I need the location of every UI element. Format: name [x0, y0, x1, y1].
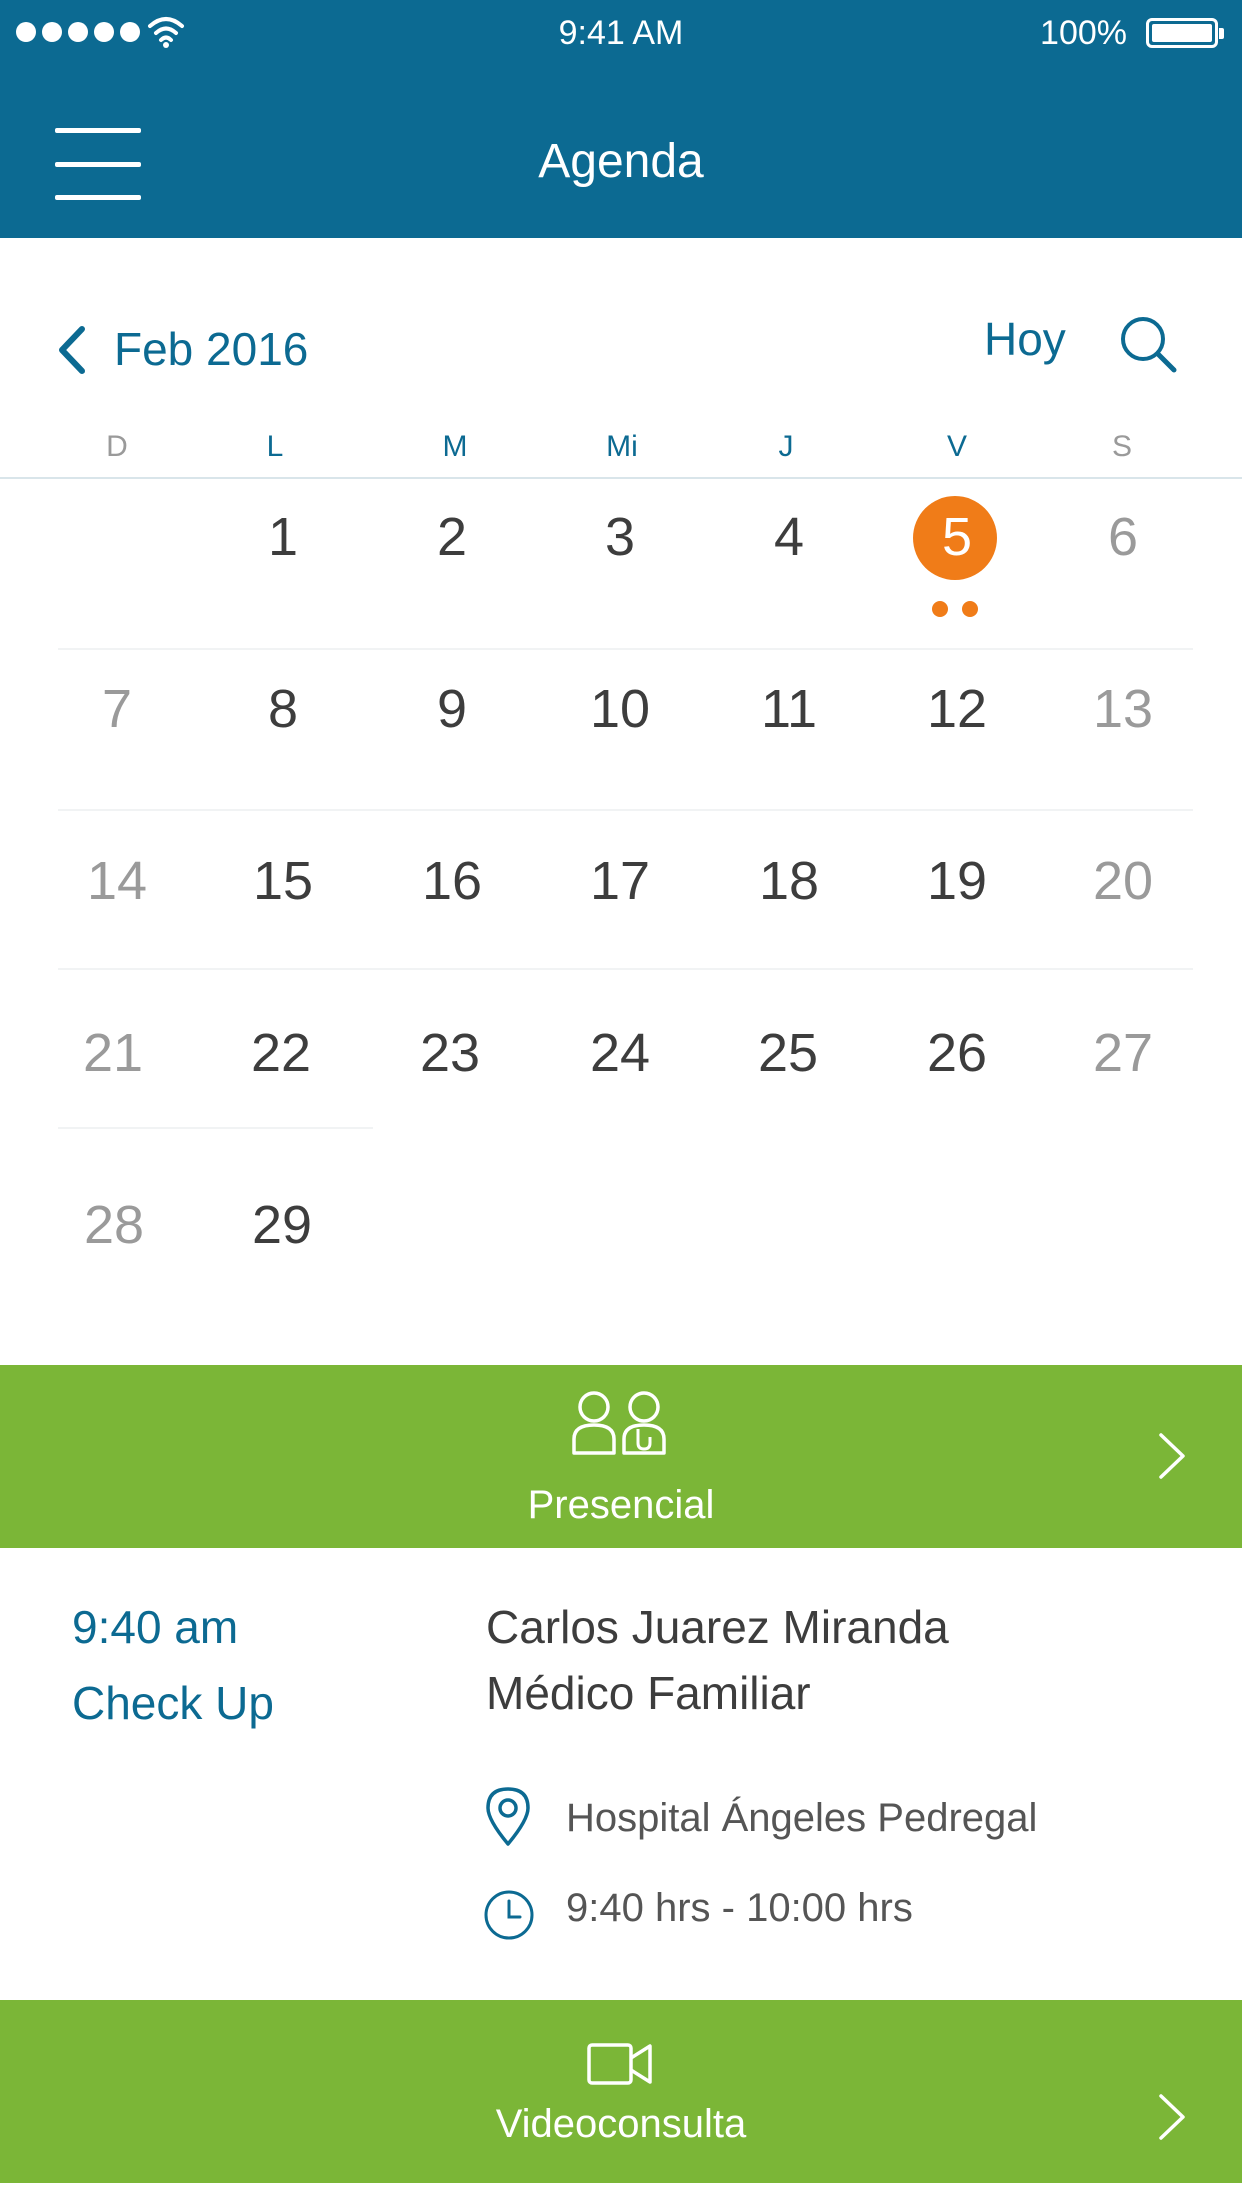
section-label: Videoconsulta: [495, 2102, 747, 2146]
calendar-day[interactable]: 16: [392, 850, 512, 912]
calendar-day[interactable]: 7: [57, 678, 177, 740]
calendar-day[interactable]: 18: [729, 850, 849, 912]
calendar-day[interactable]: 26: [897, 1022, 1017, 1084]
calendar-day[interactable]: 12: [897, 678, 1017, 740]
calendar-day[interactable]: 14: [57, 850, 177, 912]
page-title: Agenda: [538, 135, 704, 188]
calendar-day[interactable]: 11: [729, 678, 849, 740]
location-pin-icon: [486, 1787, 530, 1846]
calendar-day[interactable]: 2: [392, 506, 512, 568]
app-header: 9:41 AM 100% Agenda: [0, 0, 1242, 238]
calendar-day[interactable]: 29: [222, 1194, 342, 1256]
calendar-day[interactable]: 20: [1063, 850, 1183, 912]
calendar-day[interactable]: 8: [223, 678, 343, 740]
calendar-divider: [0, 477, 1242, 479]
calendar-day[interactable]: 28: [54, 1194, 174, 1256]
event-dot: [962, 601, 978, 617]
calendar-day[interactable]: 1: [223, 506, 343, 568]
clock-icon: [484, 1890, 534, 1940]
calendar-day[interactable]: 22: [221, 1022, 341, 1084]
calendar-day[interactable]: 13: [1063, 678, 1183, 740]
chevron-left-icon[interactable]: [52, 325, 92, 375]
appointment-location: Hospital Ángeles Pedregal: [566, 1796, 1038, 1840]
video-camera-icon: [587, 2043, 652, 2085]
calendar-day[interactable]: 21: [53, 1022, 173, 1084]
calendar-day[interactable]: 10: [560, 678, 680, 740]
weekday-label: J: [778, 430, 794, 463]
weekday-label: V: [946, 430, 967, 463]
calendar-day[interactable]: 27: [1063, 1022, 1183, 1084]
weekday-label: L: [266, 430, 284, 463]
presencial-section-button[interactable]: Presencial: [0, 1365, 1242, 1548]
row-divider: [58, 968, 1193, 970]
doctor-specialty: Médico Familiar: [486, 1667, 811, 1719]
appointment-type: Check Up: [72, 1677, 274, 1729]
weekday-label: D: [106, 430, 128, 463]
calendar-day[interactable]: 9: [392, 678, 512, 740]
appointment-time: 9:40 am: [72, 1601, 239, 1653]
videoconsulta-section-button[interactable]: Videoconsulta: [0, 2000, 1242, 2183]
calendar-day[interactable]: 24: [560, 1022, 680, 1084]
section-label: Presencial: [527, 1483, 715, 1527]
event-dot: [932, 601, 948, 617]
status-bar: 9:41 AM 100%: [0, 0, 1242, 68]
calendar-day-today[interactable]: 5: [897, 506, 1017, 568]
calendar-day[interactable]: 17: [560, 850, 680, 912]
weekday-label: S: [1111, 430, 1132, 463]
calendar-day[interactable]: 25: [728, 1022, 848, 1084]
people-icon: [572, 1391, 666, 1455]
calendar-day[interactable]: 6: [1063, 506, 1183, 568]
month-label[interactable]: Feb 2016: [114, 322, 308, 376]
battery-percentage: 100%: [1040, 14, 1127, 52]
weekday-label: Mi: [606, 430, 638, 463]
row-divider: [58, 1127, 373, 1129]
row-divider: [58, 648, 1193, 650]
today-button[interactable]: Hoy: [984, 312, 1066, 366]
row-divider: [58, 809, 1193, 811]
chevron-right-icon: [1159, 2094, 1185, 2140]
battery-icon: [1146, 18, 1224, 48]
calendar-day[interactable]: 15: [223, 850, 343, 912]
calendar-day[interactable]: 4: [729, 506, 849, 568]
calendar-day[interactable]: 23: [390, 1022, 510, 1084]
doctor-name: Carlos Juarez Miranda: [486, 1601, 949, 1653]
search-icon[interactable]: [1116, 312, 1180, 376]
calendar-day[interactable]: 3: [560, 506, 680, 568]
calendar-day[interactable]: 19: [897, 850, 1017, 912]
weekday-label: M: [442, 430, 468, 463]
chevron-right-icon: [1159, 1433, 1185, 1479]
appointment-time-range: 9:40 hrs - 10:00 hrs: [566, 1886, 913, 1930]
